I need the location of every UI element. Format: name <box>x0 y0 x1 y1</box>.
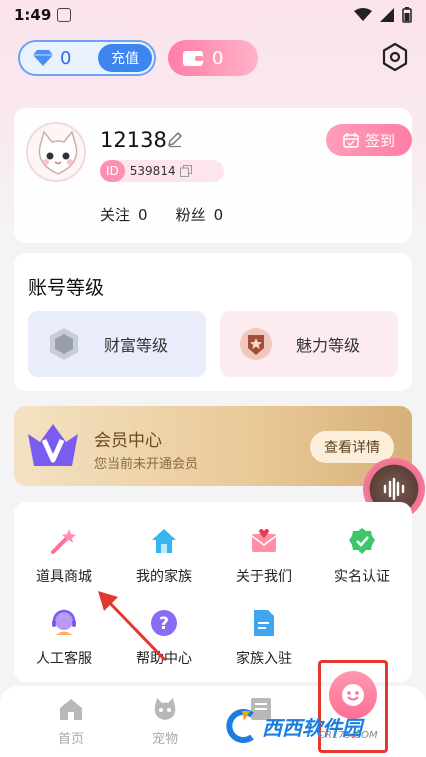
status-bar: 1:49 <box>0 0 426 30</box>
wifi-icon <box>354 8 372 21</box>
nav-item-pet[interactable]: 宠物 <box>130 696 200 747</box>
wallet-icon <box>183 51 203 66</box>
magic-wand-icon <box>51 529 76 554</box>
fans-stat[interactable]: 粉丝 0 <box>176 204 224 225</box>
follow-stat[interactable]: 关注 0 <box>100 204 148 225</box>
account-level-card: 账号等级 财富等级 魅力等级 <box>14 253 412 391</box>
menu-item-my-family[interactable]: 我的家族 <box>114 526 214 586</box>
wealth-level-button[interactable]: 财富等级 <box>28 311 206 377</box>
document-icon <box>254 610 274 636</box>
edit-icon[interactable] <box>166 130 184 148</box>
fans-count: 0 <box>213 206 224 224</box>
follow-label: 关注 <box>100 206 131 224</box>
customer-service-icon <box>52 609 76 635</box>
menu-label: 道具商城 <box>36 569 92 585</box>
user-id-row: ID 539814 <box>100 160 224 182</box>
diamond-icon <box>33 50 53 66</box>
wealth-badge-icon <box>50 328 78 360</box>
menu-label: 实名认证 <box>334 569 390 585</box>
menu-grid: 道具商城 我的家族 关于我们 实名认证 人工客服 ? 帮助中心 家族入驻 <box>14 502 412 682</box>
menu-item-prop-store[interactable]: 道具商城 <box>14 526 114 586</box>
smile-face-icon <box>342 684 364 706</box>
menu-label: 关于我们 <box>236 569 292 585</box>
vip-subtitle: 您当前未开通会员 <box>94 457 199 472</box>
username: 12138 <box>100 128 167 152</box>
calendar-icon <box>343 133 359 148</box>
annotation-arrow <box>98 591 166 661</box>
fans-label: 粉丝 <box>175 206 206 224</box>
vip-title: 会员中心 <box>94 431 162 451</box>
checkin-label: 签到 <box>364 131 395 150</box>
watermark-subtext: CR173.COM <box>318 730 378 741</box>
status-icons <box>354 7 412 23</box>
vip-banner[interactable]: 会员中心 您当前未开通会员 查看详情 <box>14 406 412 486</box>
follow-count: 0 <box>138 206 148 224</box>
home-icon <box>152 529 176 553</box>
wallet-balance[interactable]: 0 <box>168 40 258 76</box>
home-icon <box>60 699 82 720</box>
menu-label: 家族入驻 <box>236 651 292 667</box>
menu-label: 我的家族 <box>136 569 192 585</box>
charm-level-label: 魅力等级 <box>296 336 361 355</box>
wallet-count: 0 <box>212 47 224 69</box>
charm-level-button[interactable]: 魅力等级 <box>220 311 398 377</box>
menu-item-about-us[interactable]: 关于我们 <box>214 526 314 586</box>
nav-label: 首页 <box>57 732 84 747</box>
nav-label: 宠物 <box>151 732 178 747</box>
pet-icon <box>154 698 176 720</box>
battery-icon <box>402 7 412 23</box>
vip-crown-icon <box>28 424 78 466</box>
vip-details-button[interactable]: 查看详情 <box>310 431 394 463</box>
watermark-logo-icon <box>226 709 254 743</box>
charm-badge-icon <box>240 328 272 360</box>
app-notification-icon <box>57 8 72 22</box>
diamond-balance[interactable]: 0 充值 <box>18 40 156 76</box>
id-value: 539814 <box>129 164 176 178</box>
follow-stats: 关注 0 粉丝 0 <box>100 204 223 225</box>
diamond-count: 0 <box>60 47 72 69</box>
settings-icon[interactable] <box>380 42 410 72</box>
nav-item-home[interactable]: 首页 <box>36 696 106 747</box>
level-title: 账号等级 <box>28 277 105 299</box>
mail-heart-icon <box>251 529 277 552</box>
checkin-button[interactable]: 签到 <box>326 124 412 156</box>
watermark: 西西软件园 CR173.COM <box>222 706 426 746</box>
verified-icon <box>349 528 375 554</box>
id-badge: ID <box>100 160 125 182</box>
menu-label: 人工客服 <box>36 651 92 667</box>
menu-item-real-name[interactable]: 实名认证 <box>312 526 412 586</box>
wealth-level-label: 财富等级 <box>104 336 169 355</box>
avatar[interactable] <box>26 122 86 182</box>
menu-item-family-join[interactable]: 家族入驻 <box>214 608 314 668</box>
profile-card: 12138 ID 539814 签到 关注 0 粉丝 0 <box>14 108 412 243</box>
recharge-button[interactable]: 充值 <box>98 44 152 72</box>
copy-icon[interactable] <box>179 165 192 177</box>
cat-avatar-icon <box>28 124 84 180</box>
sound-wave-icon <box>383 477 405 501</box>
signal-icon <box>380 8 394 22</box>
status-time: 1:49 <box>14 6 52 24</box>
